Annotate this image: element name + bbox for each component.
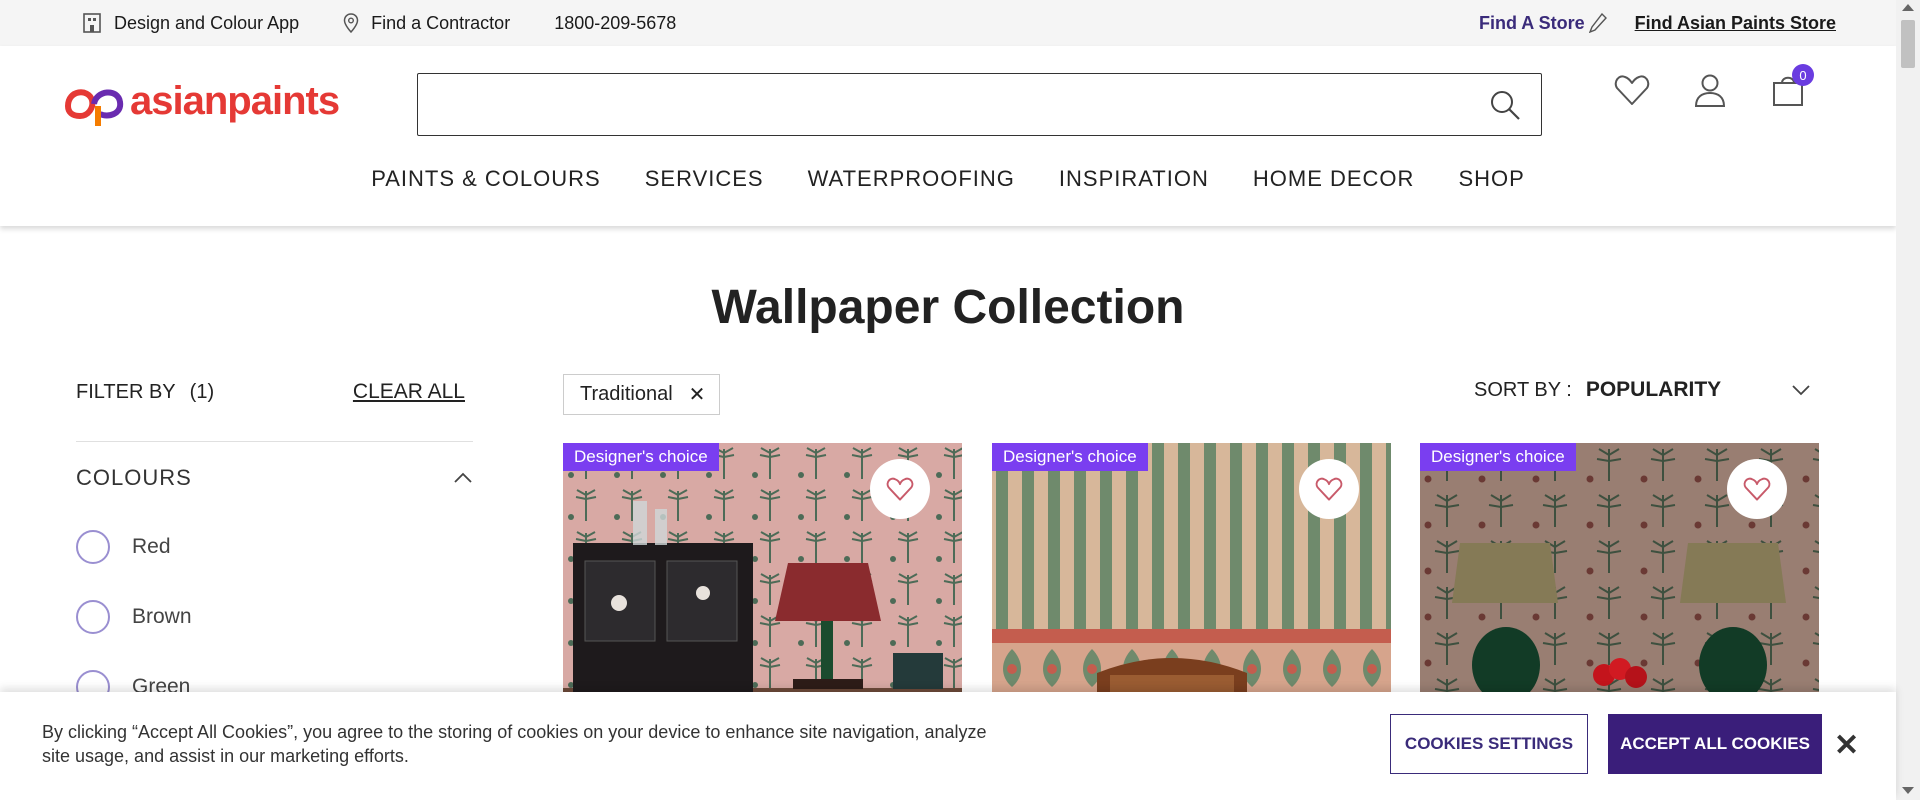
add-to-wishlist-button[interactable]	[1299, 459, 1359, 519]
filter-divider	[76, 441, 473, 442]
colour-option-label: Brown	[132, 605, 192, 628]
cookies-settings-button[interactable]: COOKIES SETTINGS	[1390, 714, 1588, 774]
close-icon[interactable]: ✕	[1834, 728, 1859, 763]
find-asian-paints-store-link[interactable]: Find Asian Paints Store	[1635, 13, 1836, 34]
sort-label: SORT BY :	[1474, 378, 1572, 401]
clear-all-button[interactable]: CLEAR ALL	[353, 380, 465, 404]
account-button[interactable]	[1688, 68, 1732, 112]
chip-label: Traditional	[580, 383, 673, 405]
cookie-banner: By clicking “Accept All Cookies”, you ag…	[0, 692, 1896, 800]
product-card[interactable]: Designer's choice	[1420, 443, 1819, 703]
phone-number[interactable]: 1800-209-5678	[554, 13, 676, 34]
search-icon[interactable]	[1489, 89, 1521, 121]
colours-section-header[interactable]: COLOURS	[76, 465, 473, 491]
pencil-icon	[1588, 13, 1607, 33]
filter-count: (1)	[189, 380, 215, 403]
logo-mark-icon	[64, 89, 124, 126]
scroll-down-arrow[interactable]	[1902, 787, 1914, 794]
chevron-down-icon[interactable]	[1791, 384, 1811, 396]
search-box	[417, 73, 1542, 136]
product-card[interactable]: Designer's choice	[992, 443, 1391, 703]
wishlist-button[interactable]	[1610, 68, 1654, 112]
scroll-up-arrow[interactable]	[1902, 4, 1914, 11]
building-icon	[83, 13, 101, 33]
find-contractor-label: Find a Contractor	[371, 12, 511, 33]
radio-button[interactable]	[76, 530, 110, 564]
brand-logo[interactable]: asianpaints	[60, 76, 340, 126]
heart-icon	[886, 477, 914, 501]
nav-waterproofing[interactable]: WATERPROOFING	[808, 166, 1015, 192]
sort-select-value[interactable]: POPULARITY	[1586, 378, 1791, 402]
find-contractor-link[interactable]: Find a Contractor	[343, 13, 510, 34]
nav-paints-colours[interactable]: PAINTS & COLOURS	[371, 166, 601, 192]
colours-section-title: COLOURS	[76, 465, 192, 490]
product-card[interactable]: Designer's choice	[563, 443, 962, 703]
designers-choice-badge: Designer's choice	[992, 443, 1148, 471]
nav-services[interactable]: SERVICES	[645, 166, 764, 192]
cart-count-badge: 0	[1792, 64, 1814, 86]
designers-choice-badge: Designer's choice	[1420, 443, 1576, 471]
accept-all-cookies-button[interactable]: ACCEPT ALL COOKIES	[1608, 714, 1822, 774]
add-to-wishlist-button[interactable]	[870, 459, 930, 519]
cookie-notice-text: By clicking “Accept All Cookies”, you ag…	[42, 722, 987, 766]
search-input[interactable]	[418, 74, 1541, 135]
page-title: Wallpaper Collection	[711, 281, 1185, 334]
applied-filter-chip: Traditional ✕	[563, 374, 721, 415]
header-actions: 0	[1610, 64, 1844, 112]
add-to-wishlist-button[interactable]	[1727, 459, 1787, 519]
remove-filter-icon[interactable]: ✕	[689, 382, 706, 407]
colour-option-brown[interactable]: Brown	[76, 600, 192, 634]
design-app-label: Design and Colour App	[114, 12, 300, 33]
heart-icon	[1315, 477, 1343, 501]
main-nav: PAINTS & COLOURS SERVICES WATERPROOFING …	[0, 166, 1896, 192]
nav-shop[interactable]: SHOP	[1458, 166, 1524, 192]
nav-inspiration[interactable]: INSPIRATION	[1059, 166, 1209, 192]
utility-right: Find A Store Find Asian Paints Store	[1479, 13, 1836, 34]
page-scrollbar[interactable]	[1896, 0, 1920, 800]
designers-choice-badge: Designer's choice	[563, 443, 719, 471]
scroll-thumb[interactable]	[1901, 20, 1915, 68]
heart-icon	[1743, 477, 1771, 501]
phone-label: 1800-209-5678	[554, 12, 677, 33]
filter-by-label: FILTER BY	[76, 380, 176, 403]
user-icon	[1694, 74, 1726, 107]
colour-option-red[interactable]: Red	[76, 530, 171, 564]
radio-button[interactable]	[76, 600, 110, 634]
find-a-store-label: Find A Store	[1478, 12, 1585, 33]
colour-option-label: Red	[132, 535, 171, 558]
site-header: asianpaints 0 PAINTS & COLOURS SERVICES …	[0, 46, 1896, 226]
chevron-up-icon[interactable]	[453, 472, 473, 484]
nav-home-decor[interactable]: HOME DECOR	[1253, 166, 1415, 192]
location-pin-icon	[343, 13, 359, 33]
design-app-link[interactable]: Design and Colour App	[82, 12, 299, 34]
logo-wordmark: asianpaints	[130, 78, 340, 123]
cart-button[interactable]: 0	[1766, 64, 1814, 112]
utility-left: Design and Colour App Find a Contractor …	[82, 12, 720, 34]
filter-header: FILTER BY (1) CLEAR ALL	[76, 380, 473, 404]
utility-bar: Design and Colour App Find a Contractor …	[0, 0, 1896, 46]
sort-control[interactable]: SORT BY : POPULARITY	[1474, 378, 1811, 402]
heart-icon	[1614, 75, 1650, 105]
find-a-store-link[interactable]: Find A Store	[1479, 13, 1607, 34]
